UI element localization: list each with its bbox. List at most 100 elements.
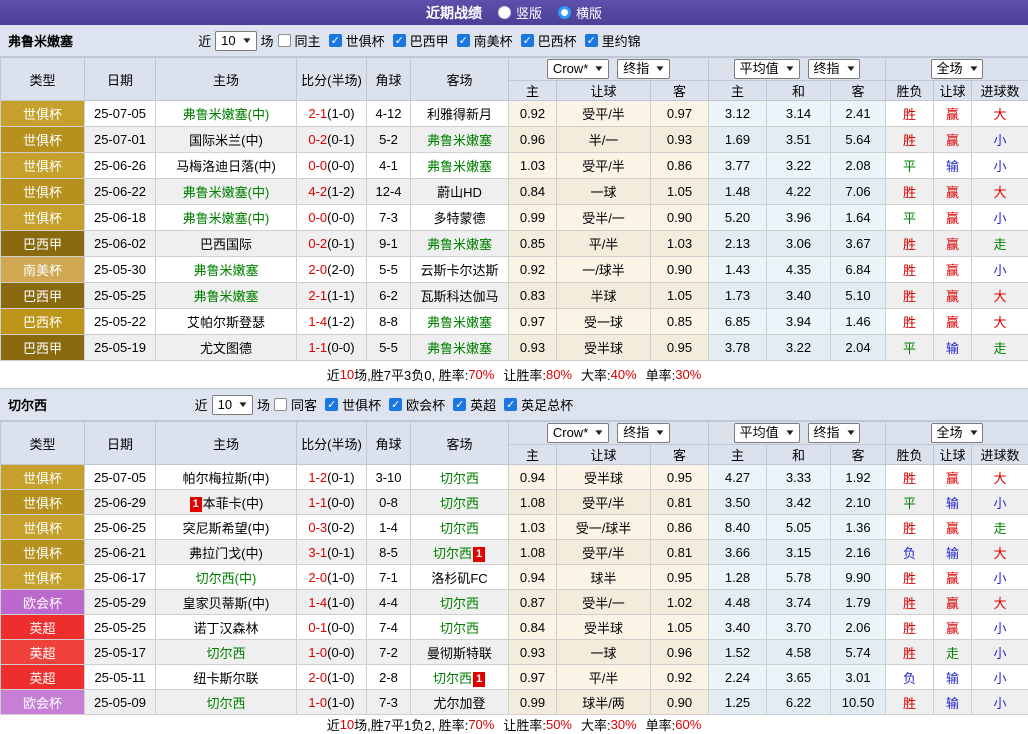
score-cell: 1-4(1-0) (297, 590, 367, 615)
home-team-cell: 尤文图德 (156, 335, 297, 361)
bookmaker-select[interactable]: Crow*▼ (547, 59, 609, 79)
table-row: 巴西甲25-05-25弗鲁米嫩塞2-1(1-1)6-2瓦斯科达伽马0.83半球1… (1, 283, 1028, 309)
layout-radio-horizontal[interactable]: 横版 (558, 3, 602, 22)
league-checkbox-1[interactable] (389, 398, 402, 411)
away-odds-cell: 0.90 (651, 690, 709, 715)
home-team-cell: 1本菲卡(中) (156, 490, 297, 515)
home-odds-cell: 0.84 (509, 615, 557, 640)
score-cell: 0-2(0-1) (297, 127, 367, 153)
col-header-away: 客场 (411, 422, 509, 465)
team-name: 切尔西 (440, 496, 479, 511)
home-odds-cell: 0.83 (509, 283, 557, 309)
goals-result-cell: 小 (972, 257, 1028, 283)
winloss-result-cell: 胜 (886, 565, 934, 590)
league-checkbox-0[interactable] (329, 34, 342, 47)
final-odds-select[interactable]: 终指▼ (617, 59, 670, 79)
table-row: 世俱杯25-06-21弗拉门戈(中)3-1(0-1)8-5切尔西11.08受平/… (1, 540, 1028, 565)
score-cell: 2-0(1-0) (297, 665, 367, 690)
team-name: 云斯卡尔达斯 (420, 263, 498, 278)
away-team-cell: 利雅得新月 (411, 101, 509, 127)
date-cell: 25-05-09 (85, 690, 156, 715)
section-header-chelsea: 切尔西 近 10▼ 场 同客 世俱杯 欧会杯 英超 英足总杯 (0, 389, 1028, 421)
home-odds-cell: 0.93 (509, 640, 557, 665)
average-select[interactable]: 平均值▼ (734, 59, 800, 79)
date-cell: 25-05-11 (85, 665, 156, 690)
col-header-odds-home: 主 (509, 81, 557, 101)
league-label: 里约锦 (602, 31, 641, 50)
winloss-result-cell: 胜 (886, 309, 934, 335)
final-odds-select2[interactable]: 终指▼ (808, 423, 861, 443)
corner-cell: 5-5 (367, 335, 411, 361)
same-away-checkbox[interactable] (274, 398, 287, 411)
half-score: (1-2) (327, 184, 354, 199)
final-odds-select[interactable]: 终指▼ (617, 423, 670, 443)
final-odds-select2[interactable]: 终指▼ (808, 59, 861, 79)
winloss-result-cell: 胜 (886, 101, 934, 127)
avg-draw-cell: 3.15 (767, 540, 831, 565)
full-match-select[interactable]: 全场▼ (931, 59, 984, 79)
avg-home-cell: 4.48 (709, 590, 767, 615)
match-count-select[interactable]: 10▼ (212, 395, 253, 415)
col-header-goals: 进球数 (972, 81, 1028, 101)
half-score: (0-1) (327, 545, 354, 560)
half-score: (0-0) (327, 645, 354, 660)
league-checkbox-4[interactable] (585, 34, 598, 47)
half-score: (1-0) (327, 595, 354, 610)
col-header-avg-draw: 和 (767, 81, 831, 101)
page-title: 近期战绩 (426, 3, 482, 23)
avg-home-cell: 2.24 (709, 665, 767, 690)
league-checkbox-3[interactable] (521, 34, 534, 47)
handicap-cell: 受一球 (557, 309, 651, 335)
team-name: 弗鲁米嫩塞(中) (183, 185, 270, 200)
team-name: 帕尔梅拉斯(中) (183, 471, 270, 486)
avg-away-cell: 5.64 (831, 127, 886, 153)
away-odds-cell: 0.90 (651, 205, 709, 231)
red-card-badge: 1 (473, 672, 485, 687)
average-select[interactable]: 平均值▼ (734, 423, 800, 443)
goals-result-cell: 小 (972, 565, 1028, 590)
winloss-result-cell: 平 (886, 205, 934, 231)
corner-cell: 5-2 (367, 127, 411, 153)
half-score: (1-0) (327, 570, 354, 585)
same-home-checkbox[interactable] (278, 34, 291, 47)
radio-horizontal-icon[interactable] (558, 6, 571, 19)
away-odds-cell: 0.81 (651, 490, 709, 515)
score-cell: 0-2(0-1) (297, 231, 367, 257)
radio-vertical-icon[interactable] (498, 6, 511, 19)
avg-home-cell: 1.28 (709, 565, 767, 590)
home-odds-cell: 0.85 (509, 231, 557, 257)
full-score: 0-1 (308, 620, 327, 635)
avg-away-cell: 9.90 (831, 565, 886, 590)
half-score: (0-0) (327, 620, 354, 635)
match-count-select[interactable]: 10▼ (215, 31, 256, 51)
league-checkbox-0[interactable] (325, 398, 338, 411)
team-name: 切尔西(中) (196, 571, 257, 586)
date-cell: 25-05-25 (85, 283, 156, 309)
corner-cell: 4-1 (367, 153, 411, 179)
away-odds-cell: 0.90 (651, 257, 709, 283)
half-score: (0-0) (327, 210, 354, 225)
top-bar: 近期战绩 竖版 横版 (0, 0, 1028, 25)
away-team-cell: 瓦斯科达伽马 (411, 283, 509, 309)
league-checkbox-2[interactable] (457, 34, 470, 47)
team-name: 诺丁汉森林 (193, 621, 258, 636)
avg-home-cell: 3.50 (709, 490, 767, 515)
full-match-select[interactable]: 全场▼ (931, 423, 984, 443)
league-label: 英超 (470, 395, 496, 414)
corner-cell: 3-10 (367, 465, 411, 490)
layout-radio-vertical[interactable]: 竖版 (498, 3, 542, 22)
team-name: 弗鲁米嫩塞 (427, 133, 492, 148)
handicap-cell: 一/球半 (557, 257, 651, 283)
home-odds-cell: 0.96 (509, 127, 557, 153)
date-cell: 25-06-26 (85, 153, 156, 179)
goals-result-cell: 小 (972, 205, 1028, 231)
avg-away-cell: 2.10 (831, 490, 886, 515)
same-home-label: 同主 (295, 31, 321, 50)
league-checkbox-1[interactable] (393, 34, 406, 47)
league-checkbox-2[interactable] (453, 398, 466, 411)
handicap-cell: 一球 (557, 179, 651, 205)
league-checkbox-3[interactable] (504, 398, 517, 411)
bookmaker-select[interactable]: Crow*▼ (547, 423, 609, 443)
handicap-cell: 受半球 (557, 465, 651, 490)
away-odds-cell: 0.85 (651, 309, 709, 335)
